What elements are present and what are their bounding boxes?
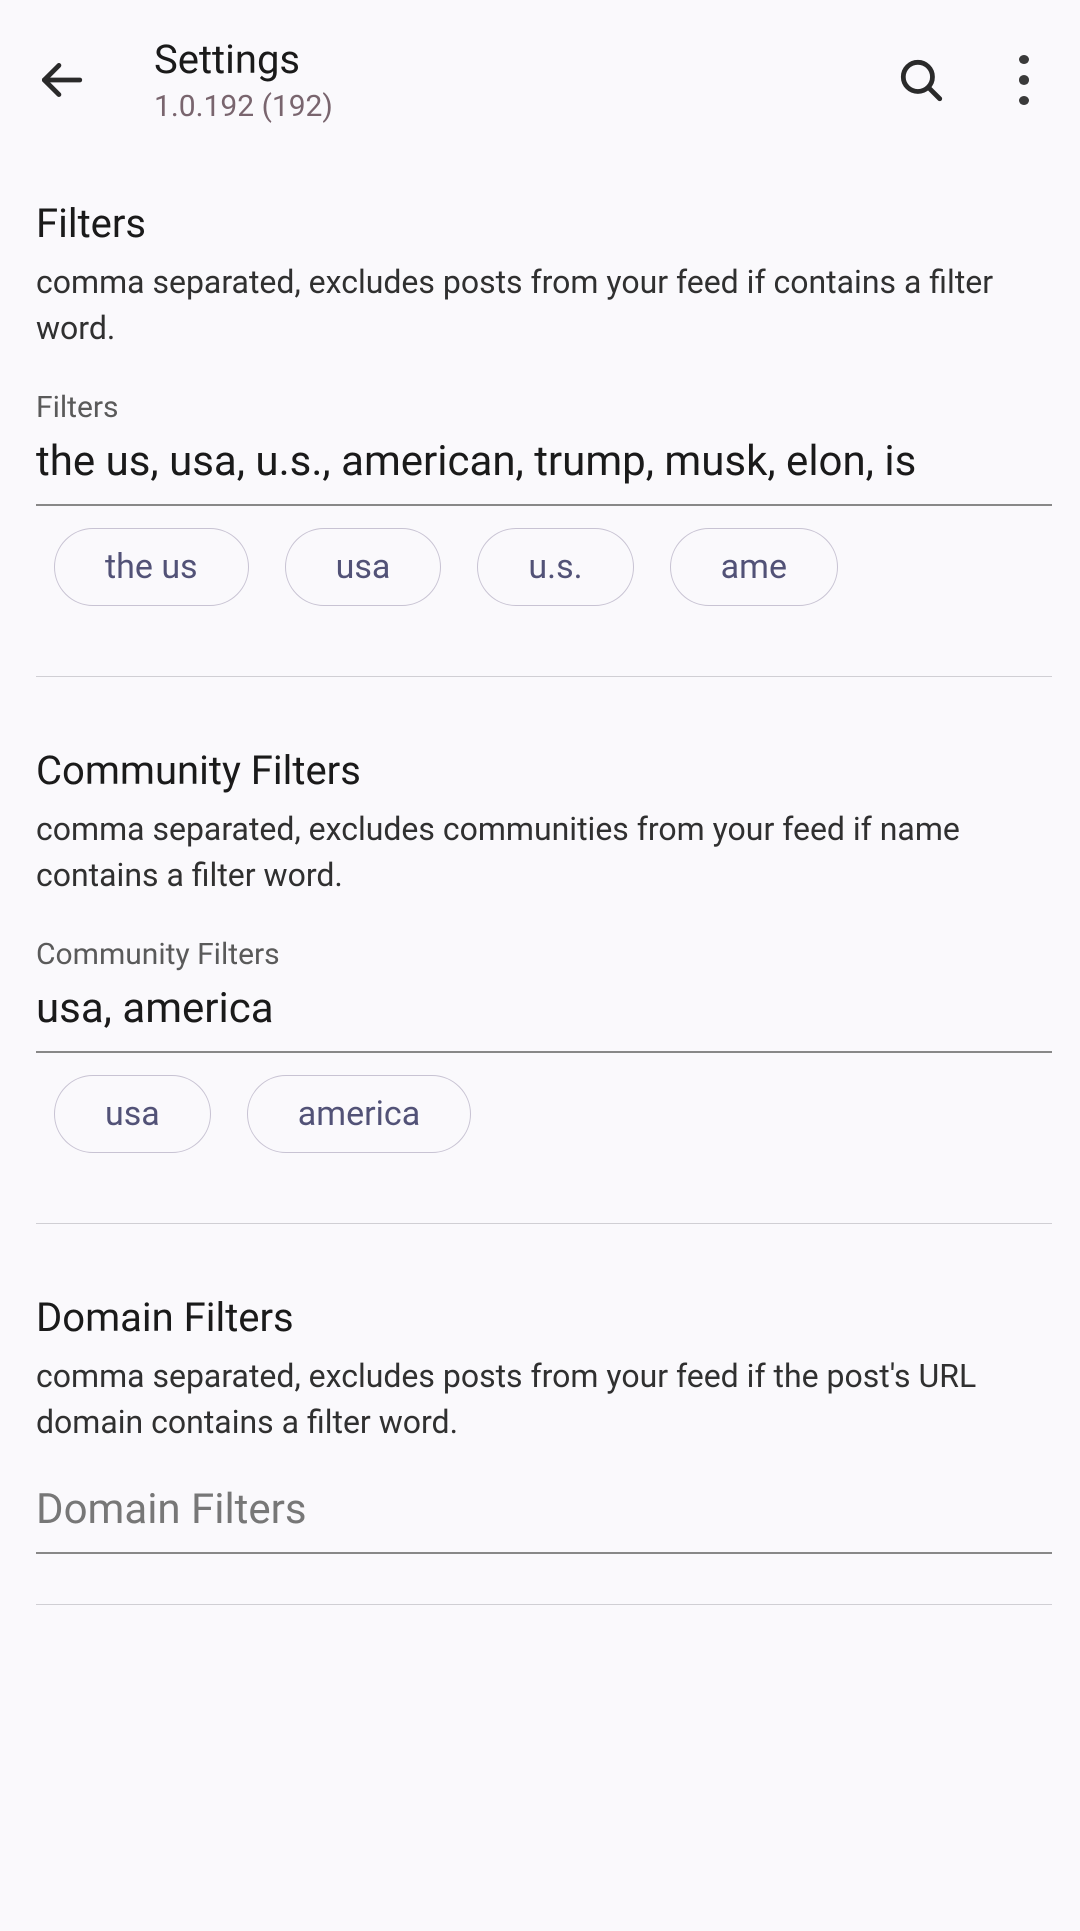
header-actions	[896, 55, 1044, 105]
section-divider	[36, 1604, 1052, 1605]
filters-title: Filters	[36, 200, 1080, 247]
community-filters-input-wrap	[36, 984, 1052, 1053]
app-header: Settings 1.0.192 (192)	[0, 0, 1080, 150]
settings-content: Filters comma separated, excludes posts …	[0, 150, 1080, 1625]
filters-field-label: Filters	[36, 390, 1080, 425]
filter-chip[interactable]: the us	[54, 528, 249, 606]
community-chip[interactable]: america	[247, 1075, 471, 1153]
domain-filters-section: Domain Filters comma separated, excludes…	[36, 1244, 1080, 1626]
filter-chip[interactable]: ame	[670, 528, 838, 606]
community-filters-field-label: Community Filters	[36, 937, 1080, 972]
filters-section: Filters comma separated, excludes posts …	[36, 150, 1080, 697]
community-filters-chips: usa america	[36, 1075, 1080, 1153]
filters-input[interactable]	[36, 437, 1052, 486]
filters-input-wrap	[36, 437, 1052, 506]
header-titles: Settings 1.0.192 (192)	[154, 36, 896, 124]
community-filters-input[interactable]	[36, 984, 1052, 1033]
filter-chip[interactable]: usa	[285, 528, 442, 606]
back-arrow-icon[interactable]	[36, 55, 86, 105]
filters-desc: comma separated, excludes posts from you…	[36, 259, 1080, 352]
filters-chips: the us usa u.s. ame	[36, 528, 1080, 606]
domain-filters-input[interactable]	[36, 1485, 1052, 1534]
page-title: Settings	[154, 36, 896, 83]
more-vert-icon[interactable]	[1004, 55, 1044, 105]
version-subtitle: 1.0.192 (192)	[154, 89, 896, 124]
search-icon[interactable]	[896, 55, 946, 105]
community-filters-desc: comma separated, excludes communities fr…	[36, 806, 1080, 899]
domain-filters-desc: comma separated, excludes posts from you…	[36, 1353, 1080, 1446]
community-filters-section: Community Filters comma separated, exclu…	[36, 697, 1080, 1244]
domain-filters-title: Domain Filters	[36, 1294, 1080, 1341]
section-divider	[36, 1223, 1052, 1224]
section-divider	[36, 676, 1052, 677]
domain-filters-input-wrap	[36, 1485, 1052, 1554]
filter-chip[interactable]: u.s.	[477, 528, 633, 606]
community-chip[interactable]: usa	[54, 1075, 211, 1153]
community-filters-title: Community Filters	[36, 747, 1080, 794]
